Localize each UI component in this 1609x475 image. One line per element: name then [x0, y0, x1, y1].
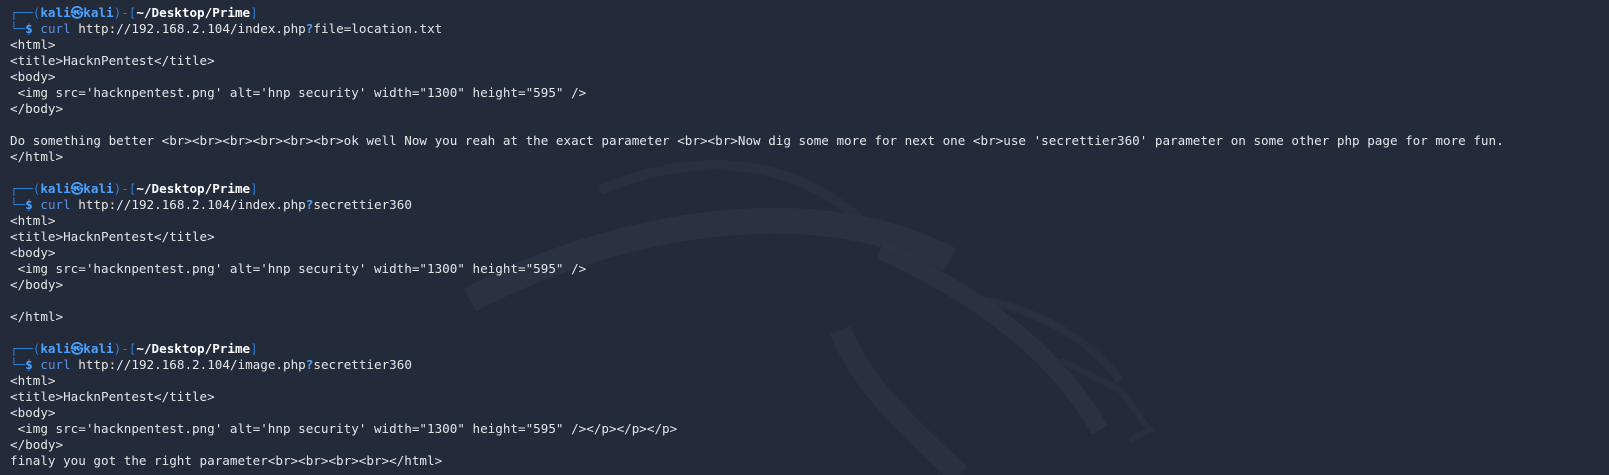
prompt-dollar: $ [25, 21, 33, 36]
prompt-line: ┌──(kali㉿kali)-[~/Desktop/Prime] [10, 5, 1609, 21]
prompt-frame-bottom: └─ [10, 197, 26, 212]
prompt-host: kali [83, 341, 114, 356]
output-line: </html> [10, 309, 64, 324]
command-name: curl [40, 357, 71, 372]
prompt-user: kali [40, 5, 71, 20]
kali-skull-icon: ㉿ [70, 5, 84, 20]
prompt-path: ~/Desktop/Prime [136, 181, 251, 196]
terminal-output: ┌──(kali㉿kali)-[~/Desktop/Prime] └─$ curl… [10, 5, 1609, 469]
output-line: </body> [10, 101, 64, 116]
prompt-host: kali [83, 5, 114, 20]
prompt-separator: )-[ [113, 341, 137, 356]
prompt-user: kali [40, 341, 71, 356]
command-name: curl [40, 197, 71, 212]
command-url: http://192.168.2.104/index.php [78, 21, 306, 36]
url-query: secrettier360 [313, 197, 412, 212]
output-line: </body> [10, 277, 64, 292]
command-url: http://192.168.2.104/index.php [78, 197, 306, 212]
output-line: finaly you got the right parameter<br><b… [10, 453, 443, 468]
output-line: <title>HacknPentest</title> [10, 53, 215, 68]
output-line: <body> [10, 405, 56, 420]
url-query: file=location.txt [313, 21, 443, 36]
url-query: secrettier360 [313, 357, 412, 372]
prompt-line: ┌──(kali㉿kali)-[~/Desktop/Prime] [10, 181, 1609, 197]
kali-skull-icon: ㉿ [70, 181, 84, 196]
prompt-separator: )-[ [113, 5, 137, 20]
prompt-line: ┌──(kali㉿kali)-[~/Desktop/Prime] [10, 341, 1609, 357]
command-line: └─$ curl http://192.168.2.104/image.php?… [10, 357, 1609, 373]
prompt-frame-bottom: └─ [10, 357, 26, 372]
prompt-separator: )-[ [113, 181, 137, 196]
prompt-close-bracket: ] [250, 5, 258, 20]
prompt-dollar: $ [25, 357, 33, 372]
output-line: <title>HacknPentest</title> [10, 229, 215, 244]
command-line: └─$ curl http://192.168.2.104/index.php?… [10, 197, 1609, 213]
output-line: <body> [10, 245, 56, 260]
output-line: </body> [10, 437, 64, 452]
prompt-frame-bottom: └─ [10, 21, 26, 36]
kali-skull-icon: ㉿ [70, 341, 84, 356]
output-line: <img src='hacknpentest.png' alt='hnp sec… [10, 261, 587, 276]
prompt-user: kali [40, 181, 71, 196]
output-line: </html> [10, 149, 64, 164]
command-url: http://192.168.2.104/image.php [78, 357, 306, 372]
prompt-frame: ┌──( [10, 181, 41, 196]
prompt-path: ~/Desktop/Prime [136, 341, 251, 356]
prompt-dollar: $ [25, 197, 33, 212]
prompt-close-bracket: ] [250, 341, 258, 356]
output-line: Do something better <br><br><br><br><br>… [10, 133, 1504, 148]
prompt-frame: ┌──( [10, 5, 41, 20]
output-line: <img src='hacknpentest.png' alt='hnp sec… [10, 421, 678, 436]
command-line: └─$ curl http://192.168.2.104/index.php?… [10, 21, 1609, 37]
output-line: <img src='hacknpentest.png' alt='hnp sec… [10, 85, 587, 100]
prompt-path: ~/Desktop/Prime [136, 5, 251, 20]
output-line: <title>HacknPentest</title> [10, 389, 215, 404]
prompt-close-bracket: ] [250, 181, 258, 196]
command-name: curl [40, 21, 71, 36]
prompt-host: kali [83, 181, 114, 196]
output-line: <html> [10, 37, 56, 52]
output-line: <body> [10, 69, 56, 84]
terminal-window[interactable]: ┌──(kali㉿kali)-[~/Desktop/Prime] └─$ curl… [0, 0, 1609, 475]
prompt-frame: ┌──( [10, 341, 41, 356]
output-line: <html> [10, 373, 56, 388]
output-line: <html> [10, 213, 56, 228]
